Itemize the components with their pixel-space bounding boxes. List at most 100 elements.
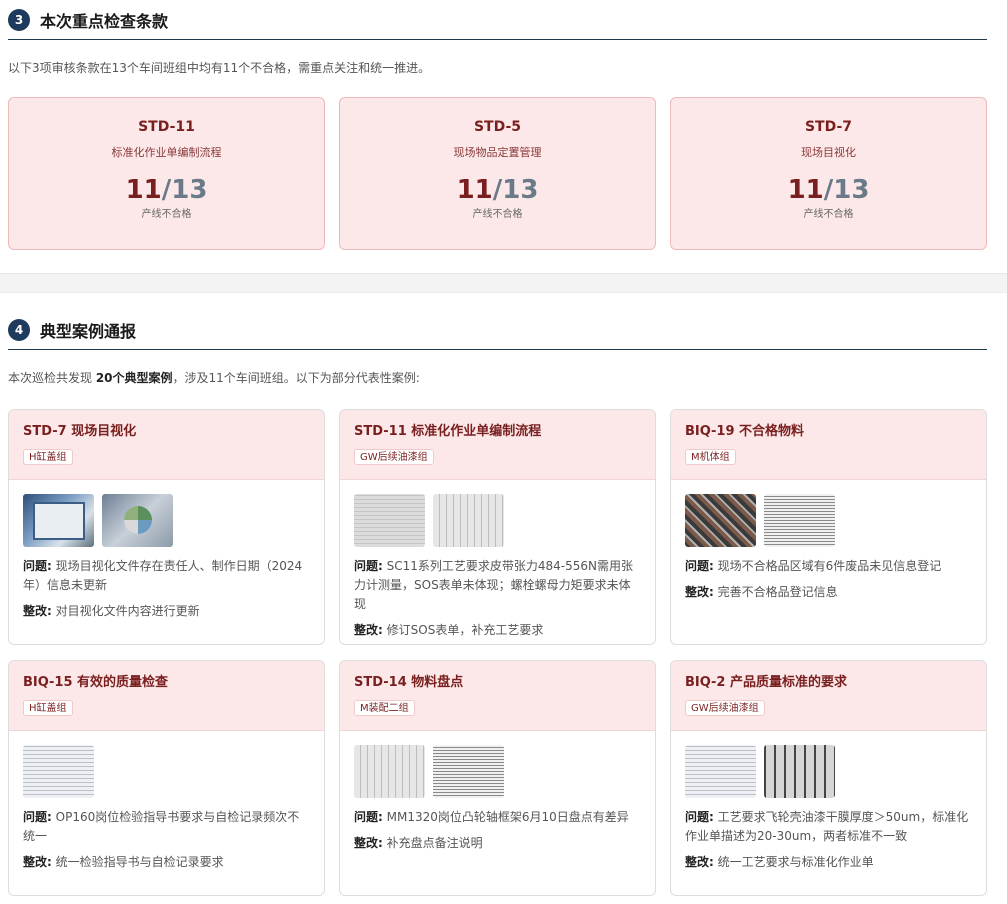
case-body: 问题: SC11系列工艺要求皮带张力484-556N需用张力计测量，SOS表单未…: [340, 480, 655, 640]
case-title: BIQ-19 不合格物料: [685, 424, 805, 439]
clause-code: STD-5: [473, 119, 522, 135]
clause-note: 产线不合格: [472, 209, 523, 220]
fail-count: 11: [125, 175, 162, 205]
issue-text: 工艺要求飞轮壳油漆干膜厚度＞50um，标准化作业单描述为20-30um，两者标准…: [685, 810, 969, 843]
clause-fail-ratio: 11/13: [9, 174, 324, 206]
fail-count: 11: [787, 175, 824, 205]
fix-label: 整改:: [354, 623, 383, 637]
photo-strip: [354, 745, 641, 798]
clause-note: 产线不合格: [803, 209, 854, 220]
issue-label: 问题:: [354, 559, 383, 573]
section-header: 4 典型案例通报: [8, 310, 987, 350]
fix-label: 整改:: [354, 836, 383, 850]
issue-label: 问题:: [685, 559, 714, 573]
case-card: BIQ-2 产品质量标准的要求 GW后续油漆组 问题: 工艺要求飞轮壳油漆干膜厚…: [670, 660, 987, 896]
section-number-badge: 4: [8, 318, 30, 341]
issue-line: 问题: 现场目视化文件存在责任人、制作日期（2024年）信息未更新: [23, 557, 310, 595]
team-tag: H缸盖组: [23, 700, 73, 716]
issue-line: 问题: MM1320岗位凸轮轴框架6月10日盘点有差异: [354, 808, 641, 827]
case-grid: STD-7 现场目视化 H缸盖组 问题: 现场目视化文件存在责任人、制作日期（2…: [8, 409, 987, 904]
case-card: BIQ-15 有效的质量检查 H缸盖组 问题: OP160岗位检验指导书要求与自…: [8, 660, 325, 896]
case-photo[interactable]: [685, 745, 756, 798]
case-card: STD-14 物料盘点 M装配二组 问题: MM1320岗位凸轮轴框架6月10日…: [339, 660, 656, 896]
clause-card: STD-7 现场目视化 11/13 产线不合格: [670, 97, 987, 250]
case-row: STD-7 现场目视化 H缸盖组 问题: 现场目视化文件存在责任人、制作日期（2…: [8, 409, 987, 645]
case-photo[interactable]: [23, 494, 94, 547]
fix-label: 整改:: [23, 604, 52, 618]
photo-strip: [685, 494, 972, 547]
case-header: STD-11 标准化作业单编制流程 GW后续油漆组: [340, 410, 655, 480]
case-title: BIQ-2 产品质量标准的要求: [685, 675, 848, 690]
case-photo[interactable]: [23, 745, 94, 798]
case-header: STD-7 现场目视化 H缸盖组: [9, 410, 324, 480]
desc-prefix: 本次巡检共发现: [8, 371, 96, 385]
clause-code: STD-11: [138, 119, 195, 135]
total-count: /13: [492, 175, 539, 205]
case-card: STD-11 标准化作业单编制流程 GW后续油漆组 问题: SC11系列工艺要求…: [339, 409, 656, 645]
total-count: /13: [161, 175, 208, 205]
issue-line: 问题: 工艺要求飞轮壳油漆干膜厚度＞50um，标准化作业单描述为20-30um，…: [685, 808, 972, 846]
clause-fail-ratio: 11/13: [340, 174, 655, 206]
fix-text: 补充盘点备注说明: [386, 836, 483, 850]
case-body: 问题: 工艺要求飞轮壳油漆干膜厚度＞50um，标准化作业单描述为20-30um，…: [671, 731, 986, 872]
fix-line: 整改: 完善不合格品登记信息: [685, 583, 972, 602]
section-description: 以下3项审核条款在13个车间班组中均有11个不合格，需重点关注和统一推进。: [8, 61, 431, 75]
section-number-badge: 3: [8, 8, 30, 31]
case-card: STD-7 现场目视化 H缸盖组 问题: 现场目视化文件存在责任人、制作日期（2…: [8, 409, 325, 645]
case-photo[interactable]: [354, 745, 425, 798]
section-title: 本次重点检查条款: [40, 11, 169, 31]
fail-count: 11: [456, 175, 493, 205]
issue-label: 问题:: [23, 559, 52, 573]
case-photo[interactable]: [764, 494, 835, 547]
team-tag: H缸盖组: [23, 449, 73, 465]
clause-name: 标准化作业单编制流程: [111, 146, 222, 159]
issue-text: SC11系列工艺要求皮带张力484-556N需用张力计测量，SOS表单未体现；螺…: [354, 559, 634, 611]
case-header: BIQ-15 有效的质量检查 H缸盖组: [9, 661, 324, 731]
photo-strip: [23, 745, 310, 798]
issue-text: MM1320岗位凸轮轴框架6月10日盘点有差异: [386, 810, 629, 824]
fix-label: 整改:: [685, 855, 714, 869]
case-title: BIQ-15 有效的质量检查: [23, 675, 169, 690]
case-body: 问题: 现场不合格品区域有6件废品未见信息登记 整改: 完善不合格品登记信息: [671, 480, 986, 602]
section-title: 典型案例通报: [40, 321, 137, 341]
fix-text: 统一检验指导书与自检记录要求: [55, 855, 224, 869]
fix-line: 整改: 修订SOS表单，补充工艺要求: [354, 621, 641, 640]
case-photo[interactable]: [685, 494, 756, 547]
issue-text: 现场目视化文件存在责任人、制作日期（2024年）信息未更新: [23, 559, 303, 592]
case-photo[interactable]: [354, 494, 425, 547]
photo-strip: [685, 745, 972, 798]
photo-strip: [23, 494, 310, 547]
issue-text: 现场不合格品区域有6件废品未见信息登记: [717, 559, 942, 573]
fix-label: 整改:: [685, 585, 714, 599]
case-title: STD-7 现场目视化: [23, 424, 137, 439]
section-key-clauses: 3 本次重点检查条款 以下3项审核条款在13个车间班组中均有11个不合格，需重点…: [8, 0, 987, 250]
case-photo[interactable]: [764, 745, 835, 798]
fix-text: 修订SOS表单，补充工艺要求: [386, 623, 544, 637]
case-header: BIQ-19 不合格物料 M机体组: [671, 410, 986, 480]
section-header: 3 本次重点检查条款: [8, 0, 987, 40]
team-tag: GW后续油漆组: [354, 449, 434, 465]
case-row: BIQ-15 有效的质量检查 H缸盖组 问题: OP160岗位检验指导书要求与自…: [8, 660, 987, 896]
case-body: 问题: MM1320岗位凸轮轴框架6月10日盘点有差异 整改: 补充盘点备注说明: [340, 731, 655, 853]
fix-line: 整改: 对目视化文件内容进行更新: [23, 602, 310, 621]
desc-suffix: ，涉及11个车间班组。以下为部分代表性案例:: [172, 371, 420, 385]
team-tag: M装配二组: [354, 700, 415, 716]
fix-text: 统一工艺要求与标准化作业单: [717, 855, 874, 869]
team-tag: M机体组: [685, 449, 736, 465]
case-body: 问题: OP160岗位检验指导书要求与自检记录频次不统一 整改: 统一检验指导书…: [9, 731, 324, 872]
clause-fail-ratio: 11/13: [671, 174, 986, 206]
issue-label: 问题:: [354, 810, 383, 824]
case-photo[interactable]: [433, 745, 504, 798]
issue-line: 问题: OP160岗位检验指导书要求与自检记录频次不统一: [23, 808, 310, 846]
fix-line: 整改: 补充盘点备注说明: [354, 834, 641, 853]
case-title: STD-14 物料盘点: [354, 675, 464, 690]
case-photo[interactable]: [433, 494, 504, 547]
fix-text: 对目视化文件内容进行更新: [55, 604, 200, 618]
case-photo[interactable]: [102, 494, 173, 547]
fix-label: 整改:: [23, 855, 52, 869]
fix-line: 整改: 统一检验指导书与自检记录要求: [23, 853, 310, 872]
case-header: STD-14 物料盘点 M装配二组: [340, 661, 655, 731]
issue-label: 问题:: [23, 810, 52, 824]
desc-highlight: 20个典型案例: [95, 371, 173, 385]
clause-name: 现场目视化: [801, 146, 856, 159]
